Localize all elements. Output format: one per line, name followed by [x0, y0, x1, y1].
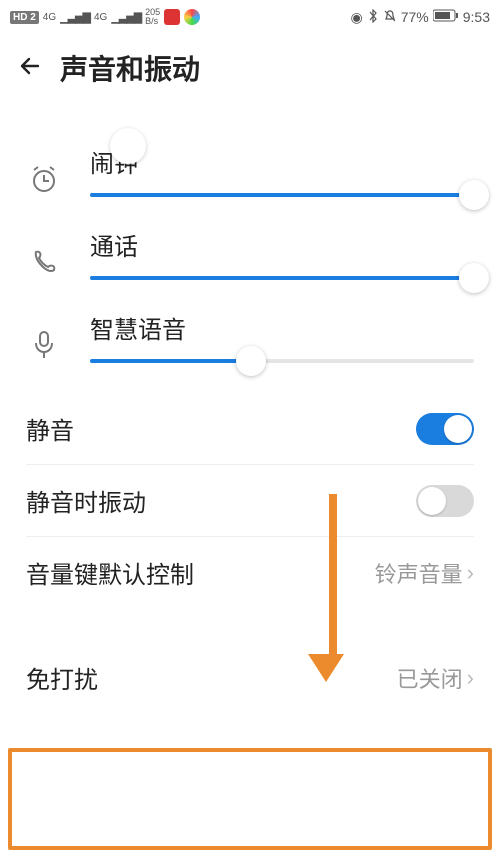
setting-volkey-label: 音量键默认控制 [26, 555, 194, 590]
slider-row-call: 通话 [26, 227, 474, 280]
annotation-highlight-dnd [8, 748, 492, 850]
battery-percent: 77% [401, 9, 429, 25]
setting-vibrate-label: 静音时振动 [26, 483, 146, 518]
previous-slider-thumb[interactable] [110, 128, 146, 164]
slider-call[interactable] [90, 276, 474, 280]
slider-label-call: 通话 [90, 227, 474, 262]
battery-icon [433, 9, 459, 25]
app-icon-color [184, 9, 200, 25]
chevron-right-icon: › [467, 560, 474, 586]
clock-time: 9:53 [463, 9, 490, 25]
chevron-right-icon: › [467, 665, 474, 691]
slider-thumb-call[interactable] [459, 263, 489, 293]
network-4g-a: 4G [43, 12, 56, 23]
slider-voice-assist[interactable] [90, 359, 474, 363]
microphone-icon [26, 327, 62, 363]
setting-dnd-label: 免打扰 [26, 660, 98, 695]
page-title: 声音和振动 [60, 48, 200, 88]
settings-list: 静音 静音时振动 音量键默认控制 铃声音量 › 免打扰 已关闭 › [0, 393, 500, 713]
hd-badge: HD 2 [10, 11, 39, 24]
setting-silent[interactable]: 静音 [0, 393, 500, 464]
setting-volkey-value: 铃声音量 [375, 557, 463, 589]
bluetooth-icon [367, 9, 379, 26]
slider-thumb-alarm[interactable] [459, 180, 489, 210]
status-left: HD 2 4G ▁▃▅▇ 4G ▁▃▅▇ 205 B/s [10, 8, 200, 26]
signal-bars-a: ▁▃▅▇ [60, 11, 90, 24]
page-header: 声音和振动 [0, 34, 500, 94]
toggle-vibrate-on-silent[interactable] [416, 485, 474, 517]
net-speed: 205 B/s [145, 8, 160, 26]
slider-row-voice-assist: 智慧语音 [26, 310, 474, 363]
phone-icon [26, 244, 62, 280]
volume-sliders: 闹钟 通话 智慧语音 [0, 124, 500, 363]
status-right: ◉ 77% 9:53 [351, 9, 491, 26]
setting-vibrate-on-silent[interactable]: 静音时振动 [0, 465, 500, 536]
eye-icon: ◉ [351, 9, 363, 26]
network-4g-b: 4G [94, 12, 107, 23]
back-button[interactable] [18, 54, 46, 83]
slider-label-voice-assist: 智慧语音 [90, 310, 474, 345]
app-icon-red [164, 9, 180, 25]
slider-row-alarm: 闹钟 [26, 144, 474, 197]
setting-do-not-disturb[interactable]: 免打扰 已关闭 › [0, 642, 500, 713]
setting-volume-key-default[interactable]: 音量键默认控制 铃声音量 › [0, 537, 500, 608]
slider-alarm[interactable] [90, 193, 474, 197]
slider-thumb-voice-assist[interactable] [236, 346, 266, 376]
toggle-silent[interactable] [416, 413, 474, 445]
signal-bars-b: ▁▃▅▇ [111, 11, 141, 24]
setting-silent-label: 静音 [26, 411, 74, 446]
alarm-icon [26, 161, 62, 197]
mute-icon [383, 9, 397, 26]
status-bar: HD 2 4G ▁▃▅▇ 4G ▁▃▅▇ 205 B/s ◉ 77% 9:53 [0, 0, 500, 34]
setting-dnd-value: 已关闭 [397, 662, 463, 694]
slider-label-alarm: 闹钟 [90, 144, 474, 179]
